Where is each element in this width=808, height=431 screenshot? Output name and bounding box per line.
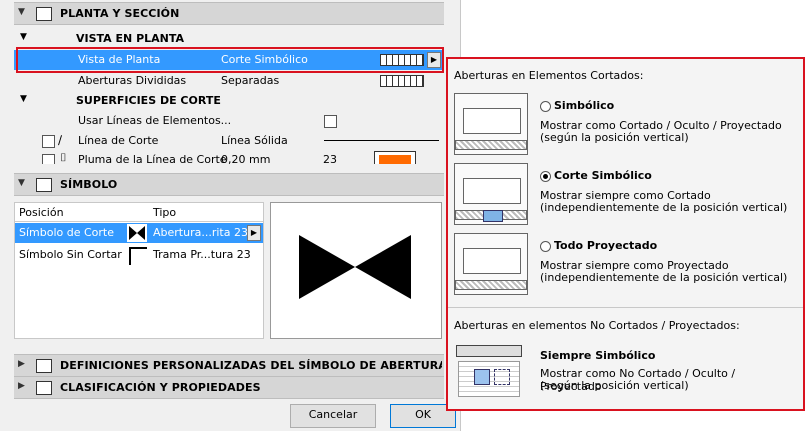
cut-symbol-icon — [127, 224, 147, 242]
row-value: Línea Sólida — [221, 134, 288, 147]
section-label: SÍMBOLO — [60, 178, 118, 191]
solid-line-preview — [324, 140, 439, 141]
classification-icon — [36, 381, 52, 395]
option-symbolic-cut[interactable]: Corte Simbólico Mostrar siempre como Cor… — [454, 163, 794, 229]
expand-triangle-icon[interactable]: ▶ — [18, 359, 25, 369]
option-title: Corte Simbólico — [554, 169, 652, 182]
subheading-label: VISTA EN PLANTA — [76, 32, 185, 45]
radio-symbolic[interactable] — [540, 101, 551, 112]
symbol-preview — [270, 202, 442, 339]
row-cut-line[interactable]: ∕ Línea de Corte Línea Sólida — [14, 131, 444, 151]
pen-number: 23 — [323, 153, 337, 164]
collapse-triangle-icon[interactable]: ▼ — [18, 178, 25, 188]
option-desc: (según la posición vertical) — [540, 131, 689, 144]
pen-icon: ⌷ — [60, 151, 67, 164]
radio-symbolic-cut[interactable] — [540, 171, 551, 182]
option-title: Siempre Simbólico — [540, 349, 656, 362]
symbolic-cut-option-icon — [454, 163, 528, 225]
cut-line-checkbox[interactable] — [42, 135, 55, 148]
row-use-element-lines[interactable]: Usar Líneas de Elementos... — [14, 111, 444, 131]
column-header-position: Posición — [19, 206, 64, 219]
use-lines-checkbox[interactable] — [324, 115, 337, 128]
subheading-plan-view[interactable]: ▼ VISTA EN PLANTA — [14, 29, 444, 49]
cell-position: Símbolo Sin Cortar — [19, 248, 122, 261]
all-projected-option-icon — [454, 233, 528, 295]
option-always-symbolic[interactable]: Siempre Simbólico Mostrar como No Cortad… — [454, 343, 794, 403]
radio-all-projected[interactable] — [540, 241, 551, 252]
option-title: Todo Proyectado — [554, 239, 658, 252]
row-key: Usar Líneas de Elementos... — [78, 114, 232, 127]
pen-color-fill — [379, 155, 411, 164]
option-symbolic[interactable]: Simbólico Mostrar como Cortado / Oculto … — [454, 93, 794, 159]
opening-outline-icon — [494, 369, 510, 385]
wall-icon — [456, 345, 522, 357]
table-row[interactable]: Símbolo Sin Cortar Trama Pr...tura 23 — [15, 245, 263, 265]
pen-checkbox[interactable] — [42, 154, 55, 164]
cancel-button[interactable]: Cancelar — [290, 404, 376, 428]
always-symbolic-icon — [454, 343, 524, 399]
symbol-table: Posición Tipo Símbolo de Corte Abertura.… — [14, 202, 264, 339]
symbolic-option-icon — [454, 93, 528, 155]
section-header-custom-defs[interactable]: ▶ DEFINICIONES PERSONALIZADAS DEL SÍMBOL… — [14, 354, 444, 377]
table-row[interactable]: Símbolo de Corte Abertura...rita 23 ▶ — [15, 223, 263, 243]
option-title: Simbólico — [554, 99, 615, 112]
table-header: Posición Tipo — [15, 203, 263, 222]
expand-triangle-icon[interactable]: ▶ — [18, 381, 25, 391]
plan-section-icon — [36, 7, 52, 21]
opening-fill-icon — [474, 369, 490, 385]
row-key: Pluma de la Línea de Corte — [78, 153, 227, 164]
settings-dialog: ▼ PLANTA Y SECCIÓN ▼ VISTA EN PLANTA Vis… — [0, 0, 461, 431]
row-cut-line-pen[interactable]: ⌷ Pluma de la Línea de Corte 0,20 mm 23 — [14, 150, 444, 164]
uncut-symbol-icon — [129, 247, 147, 265]
divider — [448, 307, 803, 308]
cut-symbol-icon — [129, 226, 145, 240]
collapse-triangle-icon[interactable]: ▼ — [20, 32, 27, 42]
wall-hatch-icon — [455, 140, 527, 150]
box-icon — [463, 178, 521, 204]
cell-type: Abertura...rita 23 — [153, 226, 248, 239]
popup-cut-title: Aberturas en Elementos Cortados: — [454, 69, 644, 82]
cell-position: Símbolo de Corte — [19, 226, 115, 239]
line-icon: ∕ — [58, 133, 63, 147]
section-label: CLASIFICACIÓN Y PROPIEDADES — [60, 381, 261, 394]
box-icon — [463, 248, 521, 274]
bowtie-preview-icon — [299, 235, 411, 299]
row-value: 0,20 mm — [221, 153, 271, 164]
symbol-icon — [36, 178, 52, 192]
section-header-symbol[interactable]: ▼ SÍMBOLO — [14, 173, 444, 196]
section-header-plan-section[interactable]: ▼ PLANTA Y SECCIÓN — [14, 2, 444, 25]
option-desc: (según la posición vertical) — [540, 379, 689, 392]
row-key: Aberturas Divididas — [78, 74, 187, 87]
cell-type: Trama Pr...tura 23 — [153, 248, 251, 261]
section-label: PLANTA Y SECCIÓN — [60, 7, 180, 20]
section-header-classification[interactable]: ▶ CLASIFICACIÓN Y PROPIEDADES — [14, 376, 444, 399]
collapse-triangle-icon[interactable]: ▼ — [20, 94, 27, 104]
custom-defs-icon — [36, 359, 52, 373]
section-label: DEFINICIONES PERSONALIZADAS DEL SÍMBOLO … — [60, 359, 442, 372]
cut-fill-icon — [483, 210, 503, 222]
pen-color-swatch[interactable] — [374, 151, 416, 164]
option-desc: (independientemente de la posición verti… — [540, 201, 788, 214]
row-key: Línea de Corte — [78, 134, 159, 147]
option-desc: (independientemente de la posición verti… — [540, 271, 788, 284]
row-divided-openings[interactable]: Aberturas Divididas Separadas — [14, 71, 444, 91]
collapse-triangle-icon[interactable]: ▼ — [18, 7, 25, 17]
box-icon — [463, 108, 521, 134]
subheading-cut-surfaces[interactable]: ▼ SUPERFICIES DE CORTE — [14, 91, 444, 111]
divided-pattern-icon — [380, 75, 424, 87]
popup-uncut-title: Aberturas en elementos No Cortados / Pro… — [454, 319, 740, 332]
type-arrow-button[interactable]: ▶ — [247, 225, 261, 241]
highlight-outline — [16, 47, 444, 73]
subheading-label: SUPERFICIES DE CORTE — [76, 94, 221, 107]
plan-view-popup: Aberturas en Elementos Cortados: Simbóli… — [446, 57, 805, 411]
row-value: Separadas — [221, 74, 280, 87]
column-header-type: Tipo — [153, 206, 177, 219]
option-all-projected[interactable]: Todo Proyectado Mostrar siempre como Pro… — [454, 233, 794, 299]
wall-hatch-icon — [455, 280, 527, 290]
